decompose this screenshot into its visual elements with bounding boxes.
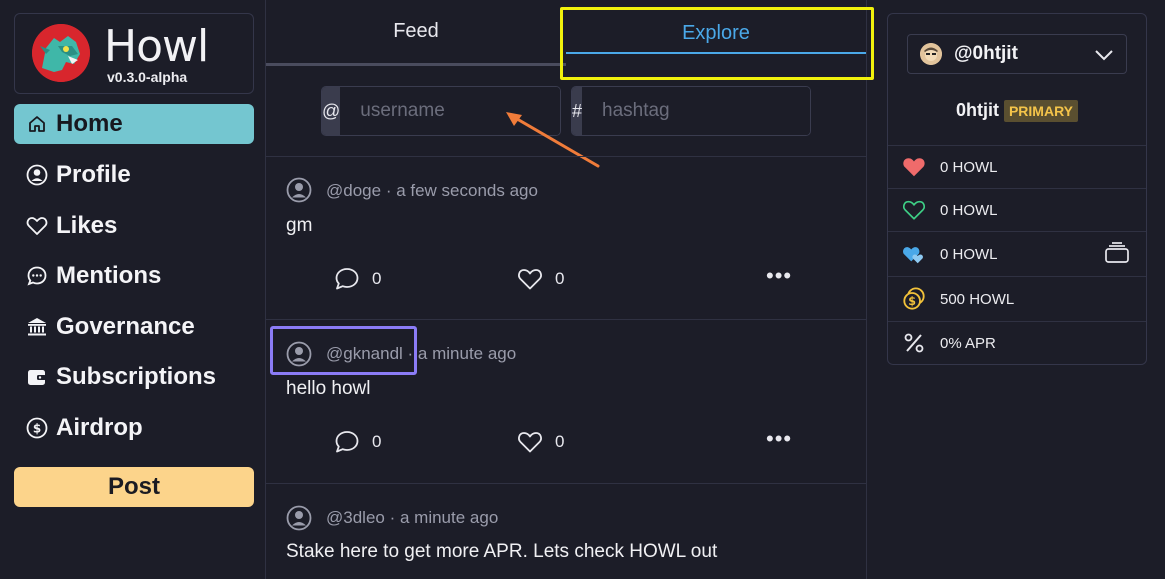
comment-count: 0 xyxy=(372,432,382,451)
user-circle-icon xyxy=(26,164,48,186)
dollar-coin-icon: $ xyxy=(26,417,48,439)
chat-bubble-icon xyxy=(26,265,48,287)
percent-icon xyxy=(902,331,926,355)
avatar-icon xyxy=(286,177,312,203)
more-options-icon[interactable]: ••• xyxy=(766,426,792,452)
comment-button[interactable]: 0 xyxy=(334,267,381,291)
explore-tab-highlight xyxy=(560,7,874,80)
wallet-value: 0 HOWL xyxy=(940,158,998,176)
post-body: hello howl xyxy=(286,378,371,399)
wallet-row: 0 HOWL xyxy=(888,145,1146,188)
nav-subscriptions-label: Subscriptions xyxy=(56,363,217,390)
comment-icon xyxy=(334,430,360,454)
nav-profile-label: Profile xyxy=(56,161,131,188)
avatar-icon xyxy=(286,505,312,531)
heart-icon xyxy=(517,267,543,291)
username-highlight xyxy=(270,326,417,375)
at-prefix: @ xyxy=(322,87,341,135)
post-item: @doge · a few seconds ago gm 0 0 ••• xyxy=(266,157,866,319)
home-icon xyxy=(26,113,48,135)
wallet-row: 0% APR xyxy=(888,321,1146,364)
post-body: Stake here to get more APR. Lets check H… xyxy=(286,541,718,562)
nav-governance-label: Governance xyxy=(56,313,195,340)
hashtag-search: # xyxy=(571,86,811,136)
nav-mentions[interactable]: Mentions xyxy=(14,256,254,296)
post-body: gm xyxy=(286,215,313,236)
nav-subscriptions[interactable]: Subscriptions xyxy=(14,357,254,397)
main-divider xyxy=(866,0,867,579)
post-time: · a minute ago xyxy=(389,508,499,527)
post-time: · a minute ago xyxy=(407,344,517,363)
account-name-row: 0htjit PRIMARY xyxy=(888,100,1146,123)
nav-home[interactable]: Home xyxy=(14,104,254,144)
bank-icon xyxy=(26,316,48,338)
comment-button[interactable]: 0 xyxy=(334,430,381,454)
wallet-value: 500 HOWL xyxy=(940,290,1015,308)
like-button[interactable]: 0 xyxy=(517,267,564,291)
app-version: v0.3.0-alpha xyxy=(107,69,188,85)
post-handle[interactable]: @doge xyxy=(326,181,381,200)
nav-airdrop-label: Airdrop xyxy=(56,414,143,441)
app-name: Howl xyxy=(104,21,209,72)
post-handle[interactable]: @3dleo xyxy=(326,508,385,527)
wallet-value: 0% APR xyxy=(940,334,996,352)
logo-card[interactable]: Howl v0.3.0-alpha xyxy=(14,13,254,94)
account-avatar xyxy=(920,43,942,65)
heart-outline-icon xyxy=(902,198,926,222)
howl-logo xyxy=(32,24,90,82)
tab-feed[interactable]: Feed xyxy=(266,0,566,66)
heart-filled-icon xyxy=(902,155,926,179)
nav-home-label: Home xyxy=(56,110,123,137)
wallet-row: $ 500 HOWL xyxy=(888,276,1146,321)
wallet-icon xyxy=(26,366,48,388)
nav-mentions-label: Mentions xyxy=(56,262,162,289)
more-options-icon[interactable]: ••• xyxy=(766,263,792,289)
wallet-panel: @0htjit 0htjit PRIMARY 0 HOWL 0 HOWL 0 HO… xyxy=(887,13,1147,365)
wallet-value: 0 HOWL xyxy=(940,201,998,219)
svg-text:$: $ xyxy=(908,295,916,308)
hashtag-input[interactable] xyxy=(582,87,810,135)
comment-count: 0 xyxy=(372,269,382,288)
svg-text:$: $ xyxy=(33,422,41,436)
nav-likes[interactable]: Likes xyxy=(14,206,254,246)
wallet-value: 0 HOWL xyxy=(940,245,998,263)
like-count: 0 xyxy=(555,432,565,451)
like-count: 0 xyxy=(555,269,565,288)
sidebar: Howl v0.3.0-alpha Home Profile Likes Men… xyxy=(0,0,265,579)
chevron-down-icon xyxy=(1095,50,1113,61)
post-meta: @doge · a few seconds ago xyxy=(326,181,538,201)
nav-governance[interactable]: Governance xyxy=(14,307,254,347)
nav-airdrop[interactable]: $ Airdrop xyxy=(14,408,254,448)
account-name: 0htjit xyxy=(955,100,999,120)
post-time: · a few seconds ago xyxy=(385,181,538,200)
comment-icon xyxy=(334,267,360,291)
wallet-row: 0 HOWL xyxy=(888,231,1146,276)
stack-icon[interactable] xyxy=(1104,242,1130,264)
like-button[interactable]: 0 xyxy=(517,430,564,454)
account-handle: @0htjit xyxy=(954,43,1018,64)
primary-badge: PRIMARY xyxy=(1003,100,1079,123)
nav-likes-label: Likes xyxy=(56,212,118,239)
heart-icon xyxy=(517,430,543,454)
account-selector[interactable]: @0htjit xyxy=(907,34,1127,74)
post-meta: @3dleo · a minute ago xyxy=(326,508,498,528)
post-item: @3dleo · a minute ago Stake here to get … xyxy=(266,484,866,579)
wallet-row: 0 HOWL xyxy=(888,188,1146,231)
coins-icon: $ xyxy=(902,287,926,311)
nav-profile[interactable]: Profile xyxy=(14,155,254,195)
post-button[interactable]: Post xyxy=(14,467,254,507)
hearts-icon xyxy=(902,242,926,266)
heart-icon xyxy=(26,215,48,237)
